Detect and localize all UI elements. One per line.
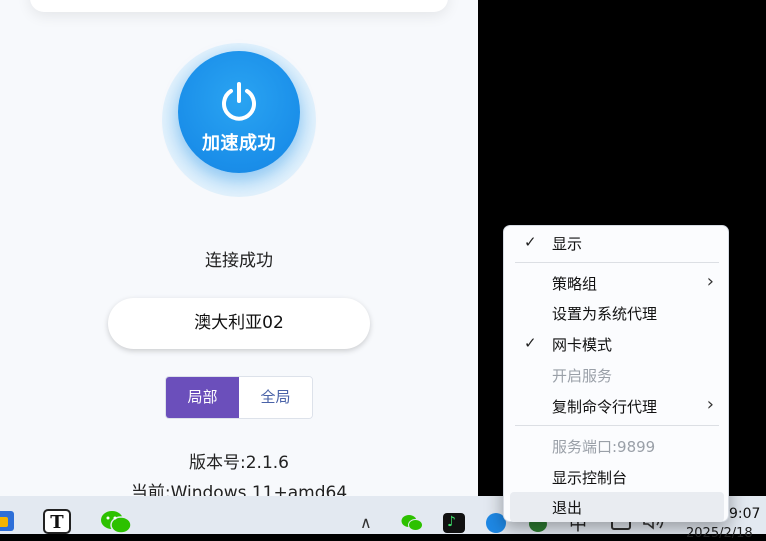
mode-local-button[interactable]: 局部 <box>166 377 239 418</box>
check-icon: ✓ <box>524 334 537 352</box>
menu-item-label: 显示控制台 <box>552 469 628 487</box>
menu-item-copy-cli-proxy[interactable]: 复制命令行代理 › <box>510 391 724 421</box>
menu-item-show-console[interactable]: 显示控制台 <box>510 462 724 492</box>
platform-label: 当前:Windows 11+amd64 <box>130 483 348 496</box>
menu-item-label: 策略组 <box>552 275 598 293</box>
tray-context-menu: ✓ 显示 策略组 › 设置为系统代理 ✓ 网卡模式 开启服务 复制命令行代理 ›… <box>503 225 729 522</box>
menu-item-show[interactable]: ✓ 显示 <box>510 228 724 258</box>
tray-overflow-chevron-icon[interactable]: ∧ <box>360 513 380 532</box>
menu-separator <box>515 425 719 426</box>
menu-separator <box>515 262 719 263</box>
menu-item-label: 服务端口:9899 <box>552 438 656 456</box>
clock-time[interactable]: 9:07 <box>729 506 760 522</box>
menu-item-label: 网卡模式 <box>552 336 613 354</box>
menu-item-tun-mode[interactable]: ✓ 网卡模式 <box>510 329 724 359</box>
menu-item-strategy-group[interactable]: 策略组 › <box>510 268 724 298</box>
power-icon <box>222 82 256 121</box>
taskbar-app-icon[interactable] <box>0 511 14 531</box>
server-select-button[interactable]: 澳大利亚02 <box>108 298 370 349</box>
menu-item-label: 显示 <box>552 235 583 253</box>
check-icon: ✓ <box>524 233 537 251</box>
version-label: 版本号:2.1.6 <box>189 453 289 473</box>
menu-item-label: 退出 <box>552 499 583 517</box>
menu-item-label: 设置为系统代理 <box>552 305 658 323</box>
menu-item-label: 开启服务 <box>552 367 613 385</box>
proxy-mode-toggle: 局部 全局 <box>165 376 313 419</box>
chevron-right-icon: › <box>706 394 714 415</box>
app-window: 加速成功 连接成功 澳大利亚02 局部 全局 版本号:2.1.6 当前:Wind… <box>0 0 478 496</box>
chevron-right-icon: › <box>706 271 714 292</box>
wechat-icon[interactable] <box>100 510 132 534</box>
power-button-label: 加速成功 <box>202 133 276 154</box>
menu-item-label: 复制命令行代理 <box>552 398 658 416</box>
menu-item-set-system-proxy[interactable]: 设置为系统代理 <box>510 298 724 328</box>
power-toggle-button[interactable]: 加速成功 <box>178 51 300 173</box>
mode-global-button[interactable]: 全局 <box>239 377 312 418</box>
connection-status: 连接成功 <box>205 251 273 271</box>
tray-music-icon[interactable] <box>443 513 465 533</box>
top-card <box>30 0 448 12</box>
typora-icon[interactable]: T <box>43 509 71 534</box>
menu-item-exit[interactable]: 退出 <box>510 492 724 522</box>
tray-wechat-icon[interactable] <box>401 514 423 532</box>
menu-item-service-port: 服务端口:9899 <box>510 431 724 461</box>
menu-item-start-service: 开启服务 <box>510 360 724 390</box>
